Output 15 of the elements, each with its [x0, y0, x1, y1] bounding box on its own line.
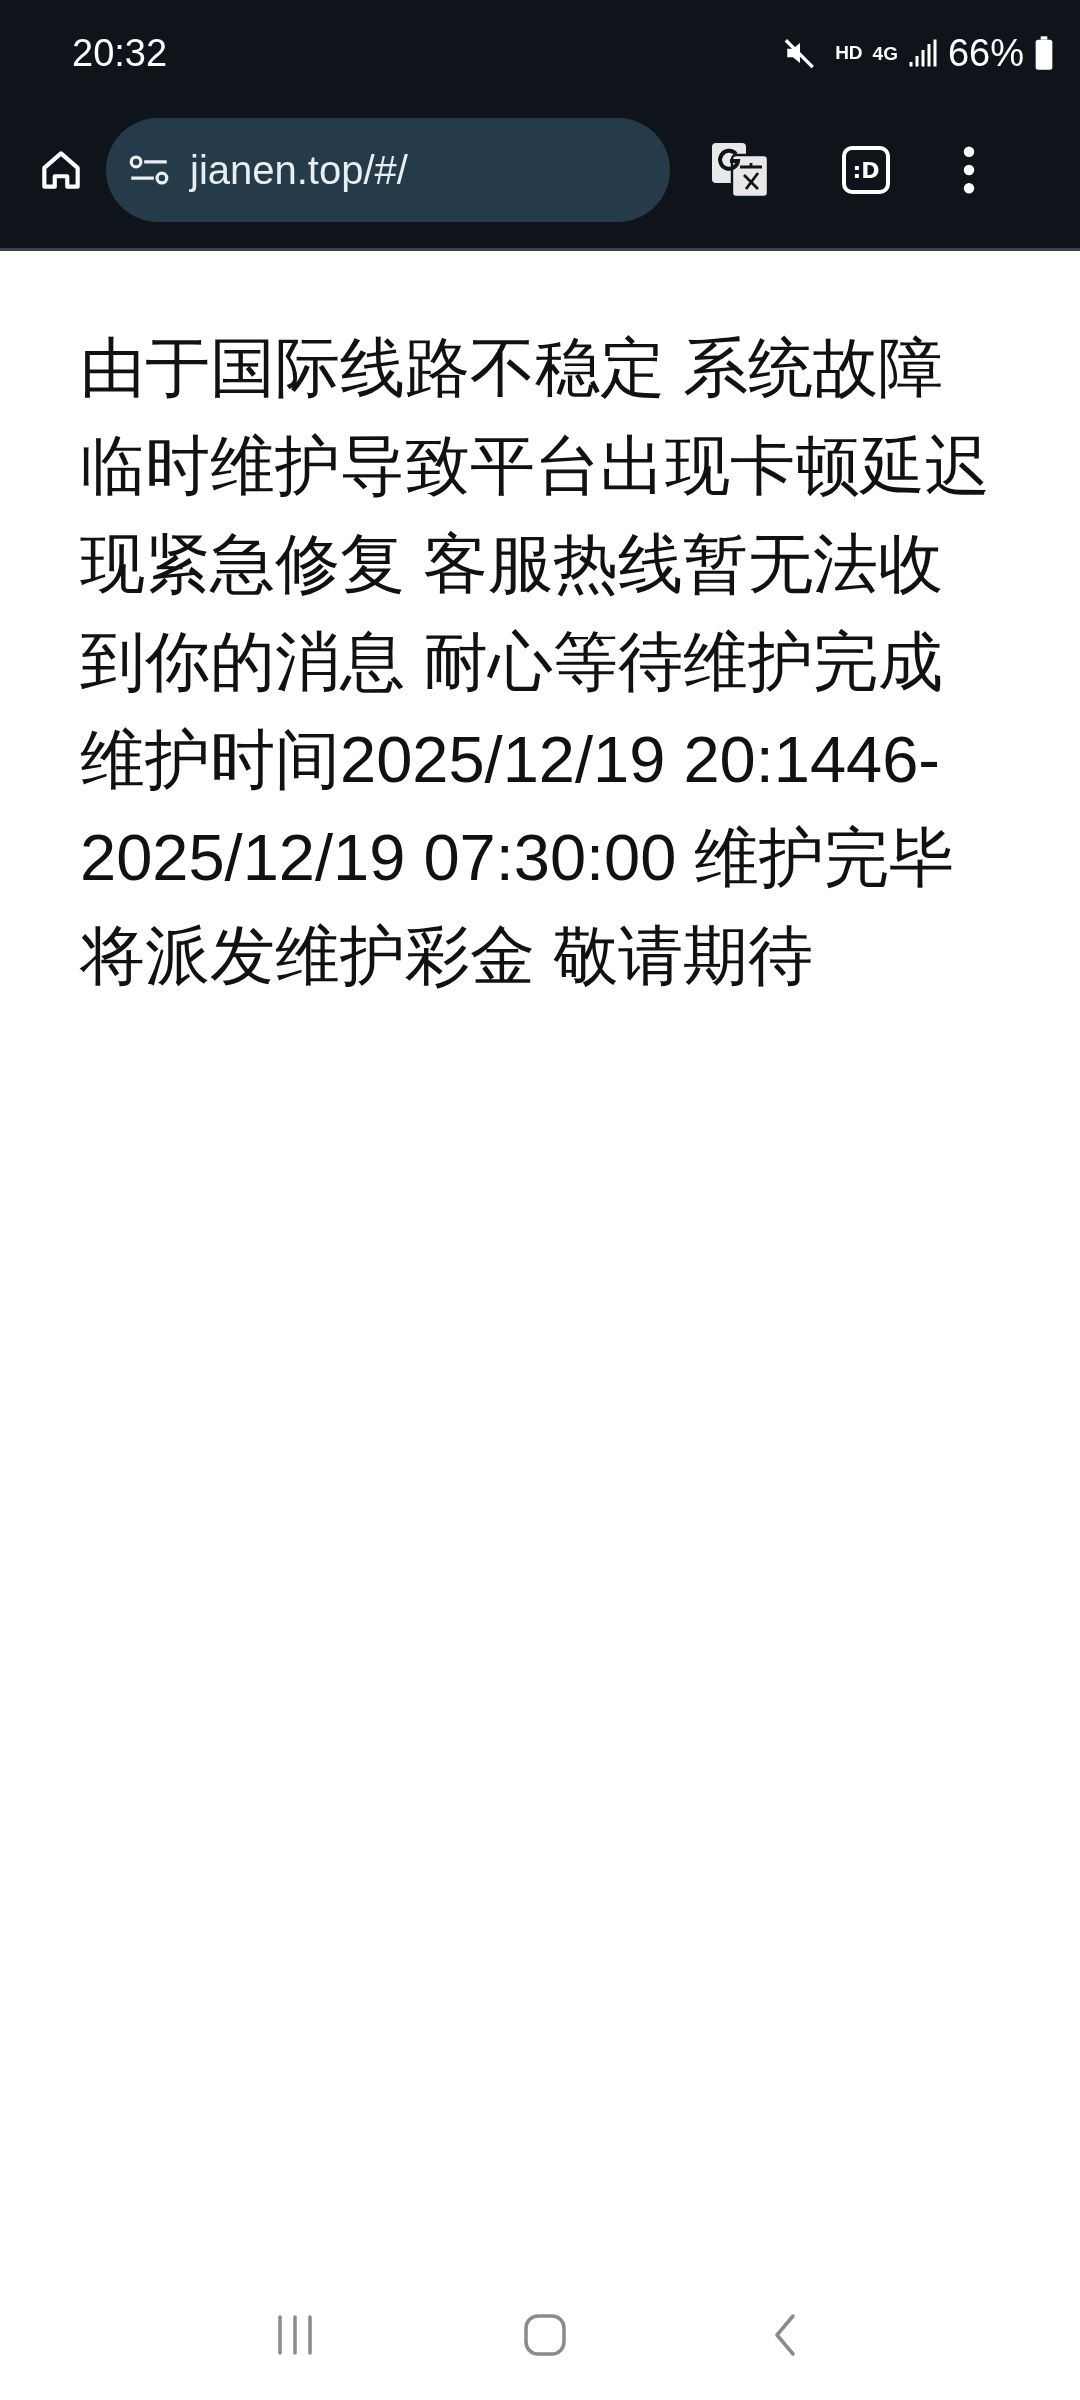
home-nav-button[interactable]: [523, 2313, 567, 2357]
tab-switcher-button[interactable]: :D: [842, 146, 890, 194]
back-button[interactable]: [773, 2313, 797, 2357]
battery-percent: 66%: [947, 31, 1024, 75]
translate-button[interactable]: [710, 141, 770, 199]
url-text: jianen.top/#/: [190, 147, 408, 193]
signal-icon: [907, 38, 938, 68]
network-label: 4G: [872, 43, 898, 63]
maintenance-notice: 由于国际线路不稳定 系统故障临时维护导致平台出现卡顿延迟现紧急修复 客服热线暂无法收到你的消息 耐心等待维护完成维护时间2025/12/19 20:1446-2025/12/19 07:30:00 维护完毕将派发维护彩金 敬请期待: [80, 330, 991, 994]
battery-icon: [1034, 36, 1054, 70]
site-settings-icon[interactable]: [128, 153, 170, 187]
hd-label: HD: [835, 42, 863, 64]
menu-button[interactable]: [962, 145, 976, 195]
address-bar[interactable]: jianen.top/#/: [106, 118, 670, 222]
status-time: 20:32: [72, 31, 168, 75]
